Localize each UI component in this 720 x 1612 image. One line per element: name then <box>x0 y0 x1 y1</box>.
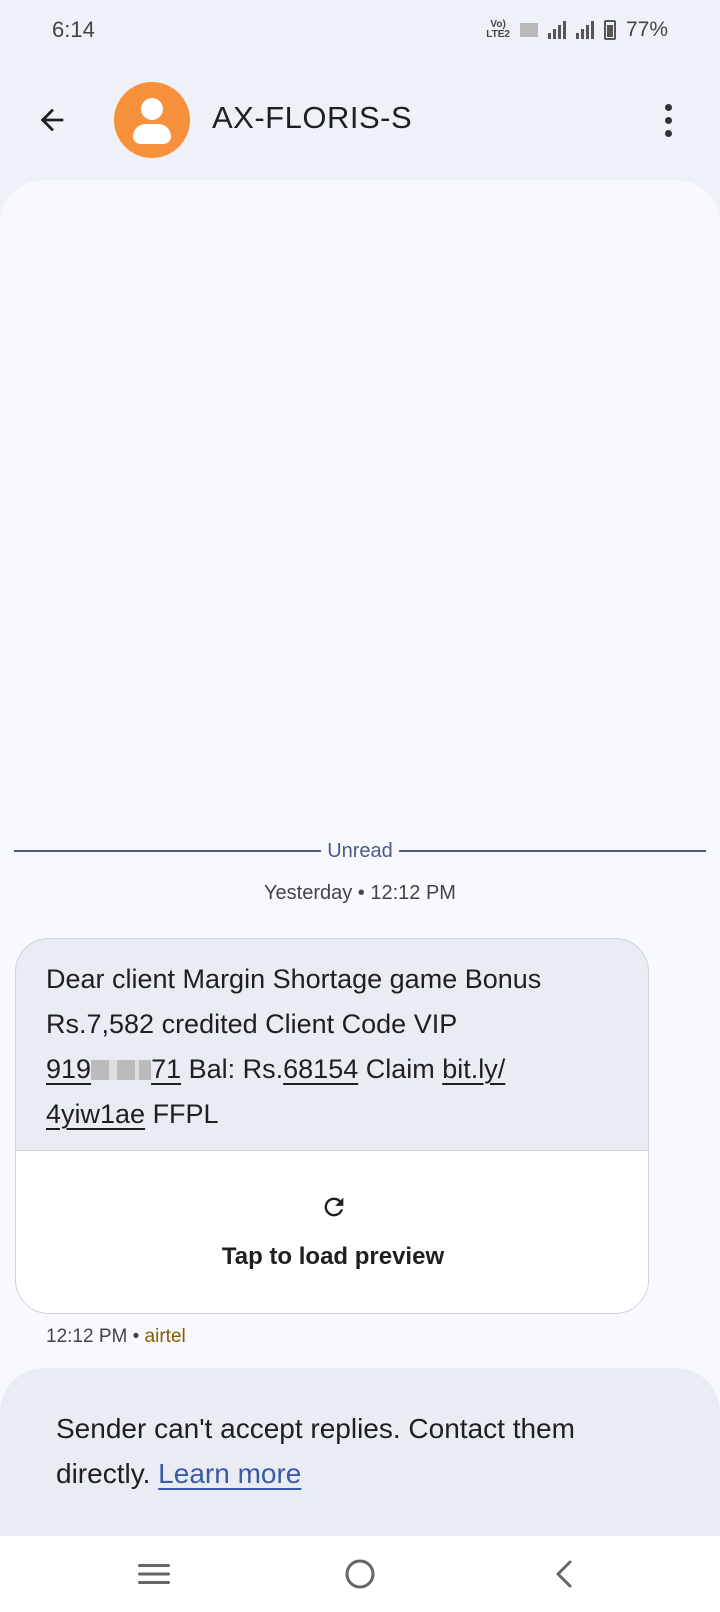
message-meta: 12:12 PM • airtel <box>46 1326 186 1347</box>
battery-icon <box>603 20 616 40</box>
home-button[interactable] <box>340 1558 380 1590</box>
load-preview-button[interactable]: Tap to load preview <box>16 1150 648 1313</box>
url-link-part1[interactable]: bit.ly/ <box>442 1054 505 1084</box>
arrow-left-icon <box>40 108 64 132</box>
signal-icon-2 <box>575 21 594 39</box>
battery-level: 77% <box>625 18 668 41</box>
no-reply-card: Sender can't accept replies. Contact the… <box>0 1368 720 1536</box>
recents-button[interactable] <box>134 1558 174 1590</box>
url-link-part2[interactable]: 4yiw1ae <box>46 1099 145 1129</box>
status-time: 6:14 <box>52 17 95 42</box>
more-vert-icon <box>664 103 672 111</box>
no-reply-text: Sender can't accept replies. Contact the… <box>56 1413 575 1489</box>
signal-icon <box>547 21 566 39</box>
more-options-button[interactable] <box>650 98 686 142</box>
chevron-left-icon <box>556 1560 572 1588</box>
contact-title[interactable]: AX-FLORIS-S <box>212 100 412 136</box>
status-icons: Vo) LTE2 77% <box>486 18 668 42</box>
contact-avatar[interactable] <box>114 82 190 158</box>
system-back-button[interactable] <box>546 1558 586 1590</box>
refresh-icon <box>324 1197 344 1217</box>
unread-label: Unread <box>327 839 393 862</box>
home-circle-icon <box>345 1559 375 1589</box>
message-bubble[interactable]: Dear client Margin Shortage game Bonus R… <box>15 938 649 1314</box>
back-button[interactable] <box>30 98 74 142</box>
carrier-label: airtel <box>144 1326 186 1347</box>
person-icon <box>141 98 163 120</box>
navigation-bar <box>0 1536 720 1612</box>
preview-label: Tap to load preview <box>221 1243 445 1270</box>
client-code-link[interactable]: 919 71 <box>46 1054 181 1084</box>
learn-more-link[interactable]: Learn more <box>158 1458 301 1489</box>
app-bar: AX-FLORIS-S <box>0 70 720 170</box>
redacted-digits <box>91 1060 152 1080</box>
menu-lines-icon <box>138 1564 170 1584</box>
notification-icon <box>519 23 538 37</box>
message-time: 12:12 PM <box>46 1326 128 1347</box>
unread-divider: Unread <box>14 836 707 866</box>
balance-number-link[interactable]: 68154 <box>283 1054 358 1084</box>
message-date: Yesterday • 12:12 PM <box>264 882 456 904</box>
volte-icon: Vo) LTE2 <box>486 19 510 40</box>
message-text: Dear client Margin Shortage game Bonus R… <box>46 964 542 1129</box>
status-bar: 6:14 Vo) LTE2 77% <box>0 0 720 60</box>
